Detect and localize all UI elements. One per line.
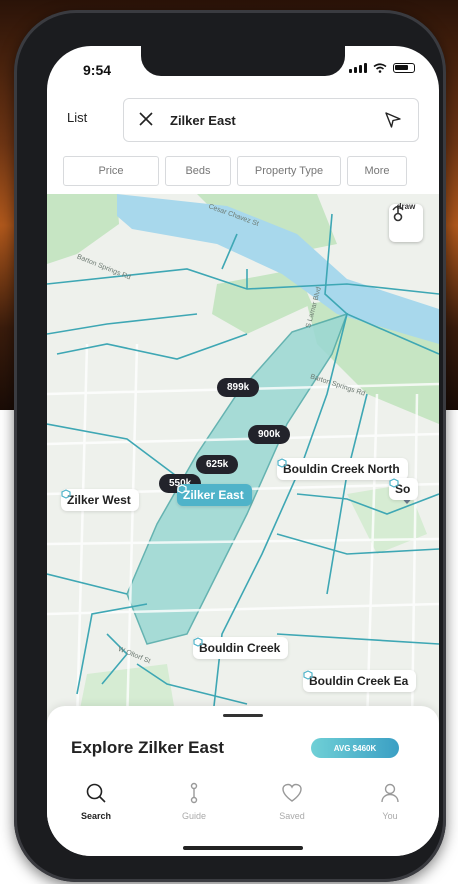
search-field[interactable]: Zilker East	[123, 98, 419, 142]
home-indicator	[183, 846, 303, 850]
draw-button[interactable]: draw	[389, 202, 423, 242]
neighborhood-icon	[303, 670, 313, 680]
location-arrow-icon[interactable]	[384, 111, 402, 129]
tab-bar: Search Guide Saved You	[47, 778, 439, 838]
filter-price[interactable]: Price	[63, 156, 159, 186]
tab-label: Guide	[181, 811, 207, 821]
filter-property-type[interactable]: Property Type	[237, 156, 341, 186]
battery-icon	[393, 63, 415, 73]
neighborhood-label: Bouldin Creek Ea	[309, 674, 409, 688]
tab-you[interactable]: You	[355, 778, 425, 838]
filter-bar: Price Beds Property Type More	[63, 156, 407, 188]
list-view-button[interactable]: List	[67, 110, 87, 125]
filter-beds[interactable]: Beds	[165, 156, 231, 186]
map-view[interactable]: Barton Springs Rd Barton Springs Rd S La…	[47, 194, 439, 724]
neighborhood-icon	[177, 484, 187, 494]
neighborhood-bouldin-creek-north[interactable]: Bouldin Creek North	[277, 458, 408, 480]
phone-frame: 9:54 List Zilker East Price Beds Propert…	[14, 10, 446, 882]
neighborhood-zilker-east[interactable]: Zilker East	[177, 484, 252, 506]
status-icons	[349, 63, 415, 73]
phone-screen: 9:54 List Zilker East Price Beds Propert…	[47, 46, 439, 856]
neighborhood-label: Bouldin Creek	[199, 641, 281, 655]
tab-search[interactable]: Search	[61, 778, 131, 838]
neighborhood-bouldin-creek-east[interactable]: Bouldin Creek Ea	[303, 670, 417, 692]
average-price-badge: AVG $460K	[311, 738, 399, 758]
neighborhood-label: Bouldin Creek North	[283, 462, 400, 476]
price-pin[interactable]: 899k	[217, 378, 260, 397]
bottom-sheet: Explore Zilker East AVG $460K Search Gui…	[47, 706, 439, 856]
signal-icon	[349, 63, 367, 73]
tab-label: You	[382, 811, 398, 821]
status-time: 9:54	[83, 62, 112, 78]
explore-title: Explore Zilker East	[71, 738, 225, 757]
price-pin[interactable]: 625k	[196, 455, 239, 474]
heart-icon	[282, 783, 302, 802]
neighborhood-icon	[277, 458, 287, 468]
notch	[141, 46, 345, 76]
draw-icon	[392, 205, 404, 222]
wifi-icon	[373, 63, 387, 73]
tab-label: Saved	[279, 811, 305, 821]
search-input[interactable]: Zilker East	[170, 113, 236, 128]
sheet-handle[interactable]	[223, 714, 263, 717]
tab-guide[interactable]: Guide	[159, 778, 229, 838]
neighborhood-bouldin-creek[interactable]: Bouldin Creek	[193, 637, 289, 659]
neighborhood-zilker-west[interactable]: Zilker West	[61, 489, 139, 511]
guide-icon	[190, 782, 198, 804]
price-pin[interactable]: 900k	[248, 425, 291, 444]
search-icon	[86, 783, 106, 803]
tab-saved[interactable]: Saved	[257, 778, 327, 838]
close-icon[interactable]	[138, 111, 154, 127]
neighborhood-label: Zilker West	[67, 493, 131, 507]
tab-label: Search	[80, 811, 112, 821]
search-bar-row: List Zilker East	[47, 96, 439, 146]
filter-more[interactable]: More	[347, 156, 407, 186]
neighborhood-so[interactable]: So	[389, 478, 419, 500]
neighborhood-icon	[389, 478, 399, 488]
neighborhood-label: Zilker East	[183, 488, 244, 502]
neighborhood-icon	[193, 637, 203, 647]
neighborhood-icon	[61, 489, 71, 499]
user-icon	[381, 783, 399, 803]
